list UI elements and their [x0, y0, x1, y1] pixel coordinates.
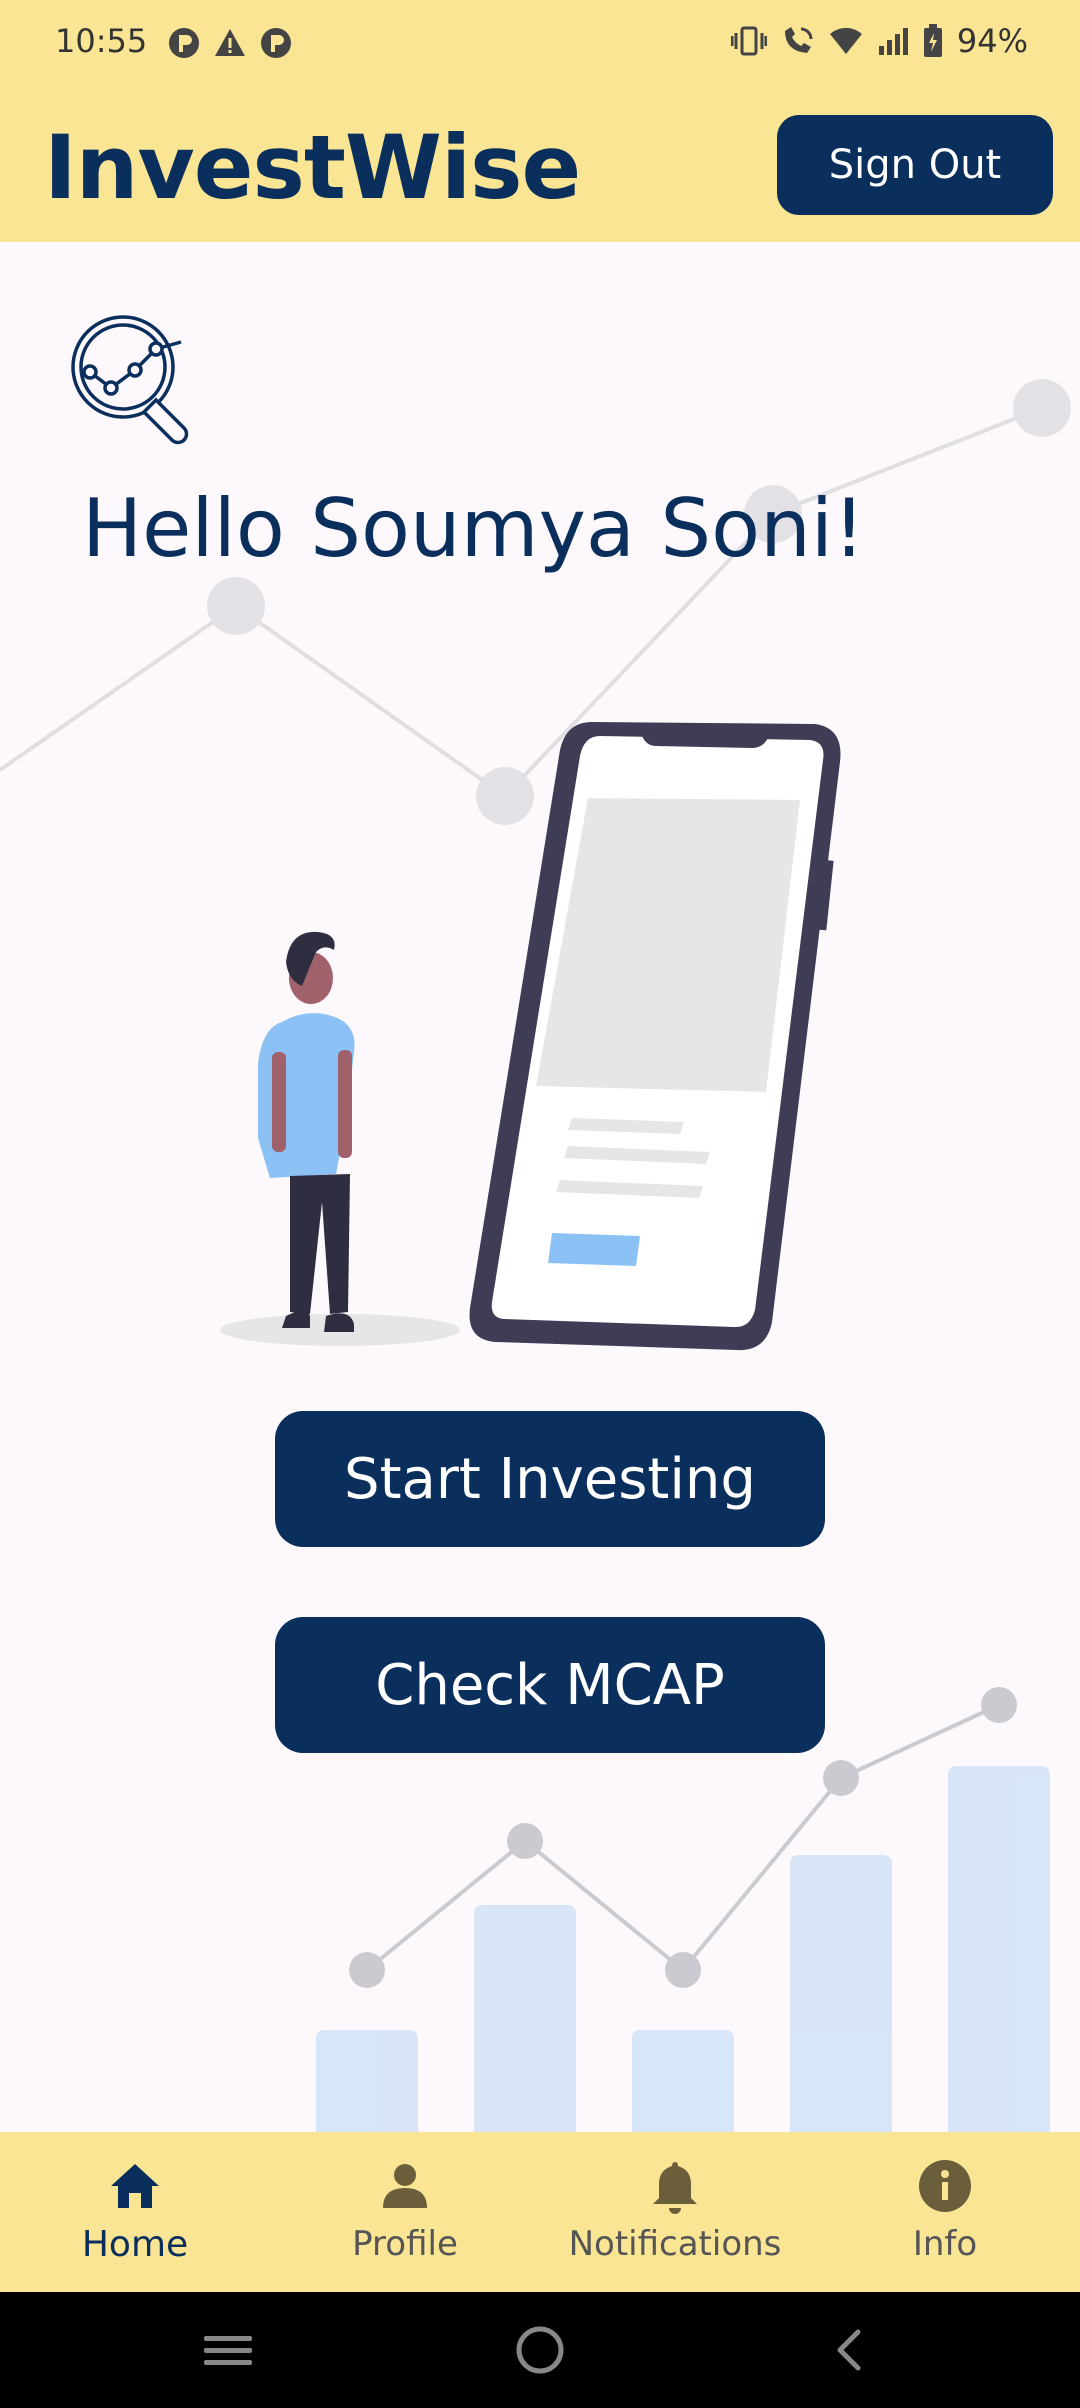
status-system-icons: 94% — [730, 22, 1028, 60]
person-icon — [377, 2158, 433, 2214]
info-icon — [917, 2158, 973, 2214]
status-bar: 10:55 94% — [0, 0, 1080, 88]
home-icon — [107, 2158, 163, 2214]
signal-icon — [878, 28, 908, 55]
nav-item-notifications[interactable]: Notifications — [540, 2132, 810, 2292]
battery-icon — [923, 24, 942, 57]
bottom-navigation: Home Profile Notifications Info — [0, 2132, 1080, 2292]
nav-label-home: Home — [81, 2224, 189, 2265]
home-button[interactable] — [516, 2326, 564, 2374]
back-button[interactable] — [837, 2329, 861, 2371]
p-icon — [261, 28, 291, 58]
system-navigation-bar — [0, 2292, 1080, 2408]
analytics-search-icon — [71, 315, 189, 445]
p-icon — [169, 28, 199, 58]
home-content: Hello Soumya Soni! Start Investing Check… — [0, 242, 1080, 2132]
greeting-text: Hello Soumya Soni! — [82, 482, 866, 575]
sign-out-button[interactable]: Sign Out — [777, 115, 1053, 215]
recent-apps-button[interactable] — [204, 2336, 252, 2365]
app-title: InvestWise — [44, 116, 581, 219]
wifi-icon — [829, 27, 862, 54]
status-time: 10:55 — [55, 22, 148, 60]
nav-item-info[interactable]: Info — [810, 2132, 1080, 2292]
status-notification-icons — [167, 26, 293, 60]
person-illustration — [258, 931, 355, 1332]
app-header: InvestWise Sign Out — [0, 88, 1080, 242]
nav-label-profile: Profile — [352, 2224, 458, 2264]
nav-item-home[interactable]: Home — [0, 2132, 270, 2292]
background-line-chart — [0, 379, 1071, 825]
vibrate-icon — [730, 26, 767, 56]
battery-percentage: 94% — [956, 22, 1028, 60]
nav-label-notifications: Notifications — [568, 2224, 782, 2264]
warning-icon — [215, 29, 245, 56]
wifi-call-icon — [784, 27, 813, 53]
check-mcap-button[interactable]: Check MCAP — [275, 1617, 825, 1753]
background-bar-chart — [316, 1687, 1050, 2132]
nav-label-info: Info — [912, 2224, 978, 2264]
start-investing-button[interactable]: Start Investing — [275, 1411, 825, 1547]
nav-item-profile[interactable]: Profile — [270, 2132, 540, 2292]
bell-icon — [647, 2158, 703, 2214]
